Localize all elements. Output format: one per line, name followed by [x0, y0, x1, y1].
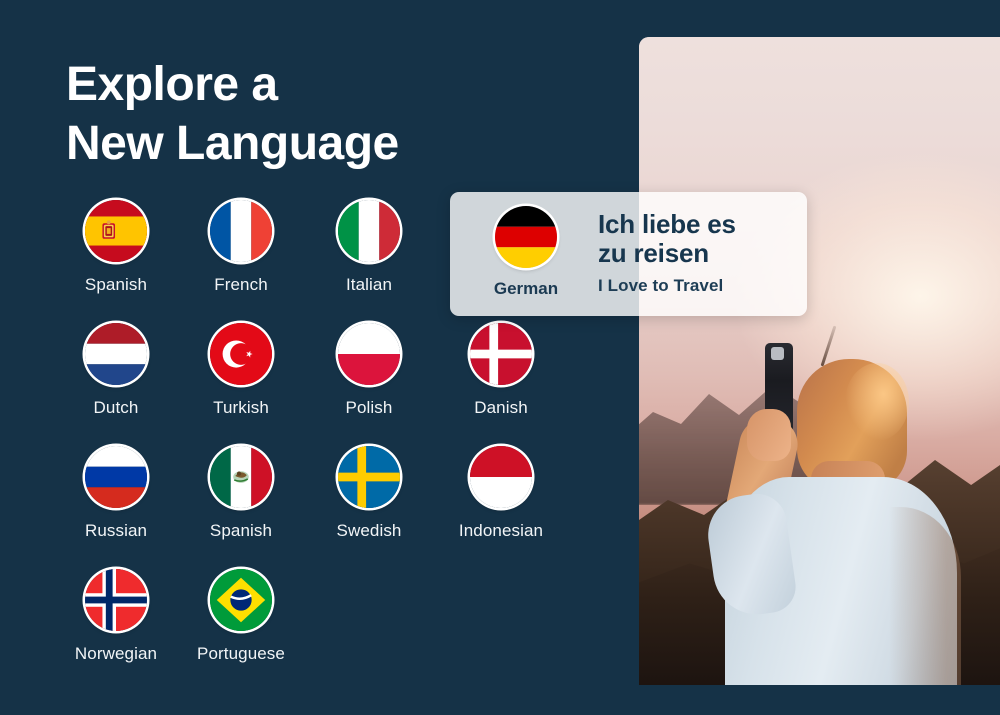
language-item-russian[interactable]: Russian — [55, 446, 177, 569]
language-label: French — [214, 275, 268, 294]
language-row: Dutch Turkish Polish Danish — [55, 323, 615, 446]
language-item-portuguese[interactable]: Portuguese — [177, 569, 305, 687]
language-label: Italian — [345, 275, 393, 294]
spain-flag-icon — [85, 200, 147, 262]
poster-canvas: Explore a New Language Spanish French It… — [0, 0, 1000, 715]
german-phrase: Ich liebe es zu reisen — [598, 209, 736, 269]
language-label: Indonesian — [458, 521, 544, 540]
german-text-block: Ich liebe es zu reisen I Love to Travel — [598, 206, 736, 296]
language-item-placeholder — [433, 569, 569, 687]
indonesia-flag-icon — [470, 446, 532, 508]
language-label: Polish — [345, 398, 393, 417]
german-translation: I Love to Travel — [598, 275, 724, 295]
hero-photo — [639, 37, 1000, 685]
hair-highlight — [845, 363, 909, 441]
language-label: Dutch — [93, 398, 139, 417]
brazil-flag-icon — [210, 569, 272, 631]
language-label: Russian — [84, 521, 148, 540]
language-label: Spanish — [84, 275, 148, 294]
language-label: Danish — [474, 398, 528, 417]
person-hand — [747, 409, 791, 461]
language-label: Turkish — [213, 398, 269, 417]
person-silhouette — [639, 37, 1000, 685]
phone-camera-lens-icon — [771, 347, 784, 360]
sweden-flag-icon — [338, 446, 400, 508]
german-phrase-card[interactable]: German Ich liebe es zu reisen I Love to … — [450, 192, 807, 316]
germany-flag-icon — [495, 206, 557, 268]
netherlands-flag-icon — [85, 323, 147, 385]
language-item-italian[interactable]: Italian — [305, 200, 433, 323]
norway-flag-icon — [85, 569, 147, 631]
poland-flag-icon — [338, 323, 400, 385]
language-item-turkish[interactable]: Turkish — [177, 323, 305, 446]
german-language-label: German — [493, 279, 559, 298]
language-item-french[interactable]: French — [177, 200, 305, 323]
language-item-indonesian[interactable]: Indonesian — [433, 446, 569, 569]
language-row: Norwegian Portuguese — [55, 569, 615, 687]
german-flag-block: German — [478, 206, 574, 299]
language-item-polish[interactable]: Polish — [305, 323, 433, 446]
language-row: Russian Spanish Swedish Indonesian — [55, 446, 615, 569]
language-label: Spanish — [209, 521, 273, 540]
italy-flag-icon — [338, 200, 400, 262]
russia-flag-icon — [85, 446, 147, 508]
language-item-spanish[interactable]: Spanish — [55, 200, 177, 323]
mexico-flag-icon — [210, 446, 272, 508]
france-flag-icon — [210, 200, 272, 262]
page-title: Explore a New Language — [66, 58, 399, 171]
denmark-flag-icon — [470, 323, 532, 385]
language-item-placeholder — [305, 569, 433, 687]
language-item-dutch[interactable]: Dutch — [55, 323, 177, 446]
language-item-spanish-mexico[interactable]: Spanish — [177, 446, 305, 569]
language-item-norwegian[interactable]: Norwegian — [55, 569, 177, 687]
turkey-flag-icon — [210, 323, 272, 385]
language-item-danish[interactable]: Danish — [433, 323, 569, 446]
language-label: Portuguese — [197, 644, 285, 663]
language-label: Swedish — [336, 521, 402, 540]
language-item-swedish[interactable]: Swedish — [305, 446, 433, 569]
language-label: Norwegian — [74, 644, 158, 663]
